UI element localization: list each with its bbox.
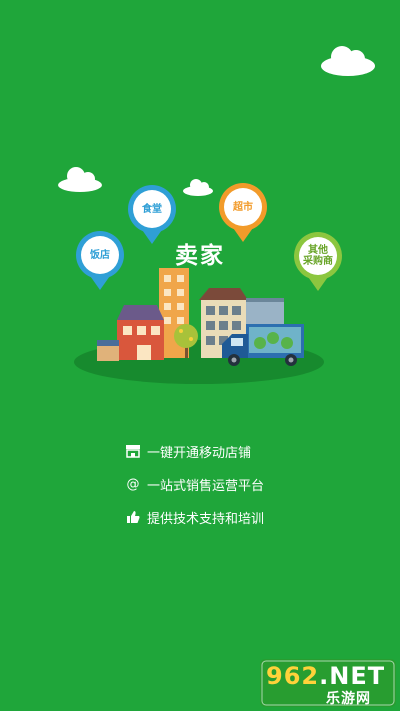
seller-title: 卖家	[175, 243, 225, 269]
splash-screen: 饭店 食堂 超市 其他 采购商 卖家 一键开通移动店铺 @ 一站式销售运营平台	[0, 0, 400, 711]
thumbs-up-icon	[124, 510, 142, 524]
feature-list: 一键开通移动店铺 @ 一站式销售运营平台 提供技术支持和培训	[124, 440, 264, 539]
cloud-icon	[183, 179, 213, 196]
watermark-suffix: .NET	[319, 662, 386, 690]
feature-text: 一站式销售运营平台	[147, 478, 265, 494]
canteen-pin-label: 食堂	[142, 204, 162, 215]
watermark-number-text: 962	[266, 662, 320, 690]
watermark-number: 962.NET	[266, 662, 385, 690]
feature-item: 提供技术支持和培训	[124, 506, 264, 528]
feature-text: 提供技术支持和培训	[147, 511, 265, 527]
at-icon: @	[126, 476, 140, 492]
feature-text: 一键开通移动店铺	[147, 445, 252, 461]
feature-item: @ 一站式销售运营平台	[124, 473, 265, 495]
feature-item: 一键开通移动店铺	[124, 440, 264, 462]
cloud-icon	[321, 46, 375, 76]
seller-illustration	[58, 46, 375, 384]
supermarket-pin-label: 超市	[233, 202, 253, 213]
site-watermark: 962.NET 乐游网	[260, 659, 396, 707]
store-icon	[124, 444, 142, 458]
watermark-site-name: 乐游网	[326, 691, 371, 707]
restaurant-pin-label: 饭店	[90, 250, 110, 261]
cloud-icon	[58, 167, 102, 192]
other-buyers-pin-label: 其他 采购商	[303, 245, 333, 267]
